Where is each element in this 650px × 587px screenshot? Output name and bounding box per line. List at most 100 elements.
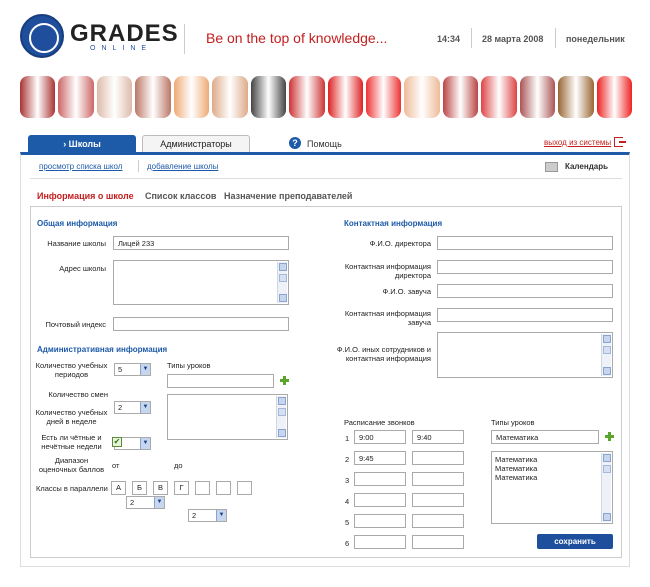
tab-schools[interactable]: › Школы [28,135,136,152]
lesson-number: 3 [345,476,350,485]
director-name-input[interactable] [437,236,613,250]
view-school-list-link[interactable]: просмотр списка школ [39,162,122,171]
logo-emblem-icon [20,14,64,58]
scrollbar[interactable] [601,453,611,522]
odd-even-checkbox[interactable]: ✔ [112,437,122,447]
banner-tile [442,76,479,118]
subnav-divider [138,160,139,172]
lesson-number: 1 [345,434,350,443]
banner-tile [20,76,56,118]
schedule-lesson-types-list[interactable]: Математика Математика Математика [491,451,613,524]
parallel-class-box[interactable]: Б [132,481,147,495]
save-button[interactable]: сохранить [537,534,613,549]
subnav-divider-line [30,178,622,179]
range-from-select[interactable]: 2 ▼ [126,496,165,509]
periods-select[interactable]: 5 ▼ [114,363,151,376]
lesson-end-input[interactable] [412,451,464,465]
shifts-select[interactable]: 2 ▼ [114,401,151,414]
banner-tile [135,76,171,118]
address-textarea[interactable] [113,260,289,305]
help-icon[interactable]: ? [289,137,301,149]
lesson-types-label: Типы уроков [167,361,211,370]
lesson-start-input[interactable] [354,535,406,549]
range-to-select[interactable]: 2 ▼ [188,509,227,522]
chevron-down-icon: ▼ [216,510,226,521]
tab-teacher-assignment[interactable]: Назначение преподавателей [224,191,352,201]
calendar-icon[interactable] [545,162,558,172]
contact-info-title: Контактная информация [344,219,443,228]
banner-tile [481,76,517,118]
list-item[interactable]: Математика [495,473,609,482]
add-plus-icon[interactable] [605,432,614,441]
postal-code-input[interactable] [113,317,289,331]
current-date: 28 марта 2008 [482,34,544,44]
lesson-end-input[interactable] [412,472,464,486]
scrollbar[interactable] [276,396,286,438]
logout-link[interactable]: выход из системы [544,138,611,147]
odd-even-label: Есть ли чётные и нечётные недели [41,433,102,451]
lesson-start-input[interactable]: 9:00 [354,430,406,444]
parallel-class-box[interactable] [195,481,210,495]
help-link[interactable]: Помощь [307,139,342,149]
days-label: Количество учебных дней в неделе [35,408,108,426]
tab-class-list[interactable]: Список классов [145,191,216,201]
lesson-end-input[interactable] [412,493,464,507]
lesson-end-input[interactable]: 9:40 [412,430,464,444]
add-school-link[interactable]: добавление школы [147,162,218,171]
list-item[interactable]: Математика [495,455,609,464]
range-to-label: до [174,461,183,470]
lesson-number: 5 [345,518,350,527]
deputy-name-input[interactable] [437,284,613,298]
calendar-link[interactable]: Календарь [565,162,608,171]
banner-tile [365,76,402,118]
chevron-down-icon: ▼ [140,364,150,375]
lesson-types-list[interactable] [167,394,288,440]
lesson-start-input[interactable] [354,493,406,507]
banner-tile [289,76,325,118]
banner-tile [212,76,248,118]
deputy-contact-label: Контактная информация завуча [344,309,431,327]
header-divider [184,24,185,54]
range-from-label: от [112,461,120,470]
school-name-label: Название школы [47,239,106,248]
parallel-class-box[interactable] [216,481,231,495]
bell-schedule-title: Расписание звонков [344,418,415,427]
lesson-start-input[interactable] [354,514,406,528]
banner-tile [173,76,210,118]
lesson-type-input[interactable] [167,374,274,388]
deputy-contact-input[interactable] [437,308,613,322]
clock-time: 14:34 [437,34,461,44]
parallel-class-box[interactable]: В [153,481,168,495]
parallel-classes-label: Классы в параллели [36,484,108,493]
deputy-name-label: Ф.И.О. завуча [382,287,431,296]
banner-tile [58,76,94,118]
admin-info-title: Административная информация [37,345,168,354]
lesson-end-input[interactable] [412,514,464,528]
lesson-start-input[interactable]: 9:45 [354,451,406,465]
scrollbar[interactable] [277,262,287,303]
parallel-class-box[interactable]: Г [174,481,189,495]
chevron-down-icon: ▼ [140,402,150,413]
add-plus-icon[interactable] [280,376,289,385]
director-name-label: Ф.И.О. директора [369,239,431,248]
banner-tile [250,76,287,118]
logo-subtitle: ONLINE [90,45,153,52]
scrollbar[interactable] [601,334,611,376]
lesson-number: 2 [345,455,350,464]
logo[interactable]: GRADES ONLINE [20,14,178,58]
header-divider [555,28,556,48]
lesson-end-input[interactable] [412,535,464,549]
tab-school-info[interactable]: Информация о школе [37,191,134,201]
list-item[interactable]: Математика [495,464,609,473]
lesson-start-input[interactable] [354,472,406,486]
other-staff-textarea[interactable] [437,332,613,378]
director-contact-input[interactable] [437,260,613,274]
header-divider [471,28,472,48]
parallel-class-box[interactable]: А [111,481,126,495]
chevron-down-icon: ▼ [154,497,164,508]
schedule-lesson-type-input[interactable]: Математика [491,430,599,444]
parallel-class-box[interactable] [237,481,252,495]
tab-administrators[interactable]: Администраторы [142,135,250,152]
school-name-input[interactable]: Лицей 233 [113,236,289,250]
logout-icon[interactable] [614,137,626,147]
